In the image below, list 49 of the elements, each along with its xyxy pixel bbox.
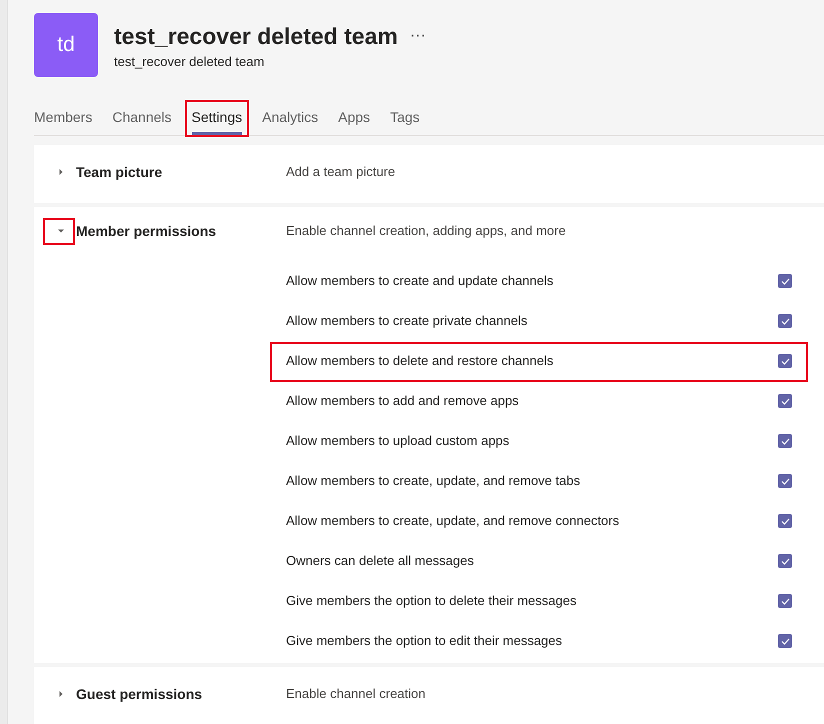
- checkmark-icon: [780, 558, 790, 564]
- checkbox[interactable]: [778, 594, 792, 608]
- checkmark-icon: [780, 438, 790, 444]
- option-label: Give members the option to delete their messages: [286, 592, 578, 610]
- tab[interactable]: Channels: [112, 103, 172, 135]
- option-label: Allow members to create private channels: [286, 312, 528, 330]
- checkmark-icon: [780, 318, 790, 324]
- option-label: Allow members to delete and restore channels: [286, 352, 554, 370]
- checkbox[interactable]: [778, 434, 792, 448]
- checkmark-icon: [780, 278, 790, 284]
- checkbox[interactable]: [778, 514, 792, 528]
- checkmark-icon: [780, 518, 790, 524]
- checkmark-icon: [780, 638, 790, 644]
- caret-down-icon[interactable]: [58, 228, 64, 234]
- section-description: Enable channel creation: [286, 685, 426, 704]
- caret-right-icon[interactable]: [58, 169, 64, 175]
- option-label: Allow members to create, update, and remove tabs: [286, 472, 582, 490]
- tab[interactable]: Analytics: [262, 103, 318, 135]
- team-title: test_recover deleted team: [114, 22, 398, 51]
- checkbox[interactable]: [778, 474, 792, 488]
- checkbox[interactable]: [778, 554, 792, 568]
- option-label: Give members the option to edit their messages: [286, 632, 564, 650]
- checkbox[interactable]: [778, 354, 792, 368]
- section-description: Enable channel creation, adding apps, and more: [286, 222, 566, 240]
- section-title[interactable]: Team picture: [76, 162, 286, 182]
- checkmark-icon: [780, 478, 790, 484]
- tab[interactable]: Members: [34, 103, 92, 135]
- tab[interactable]: Apps: [338, 103, 370, 135]
- option-label: Allow members to add and remove apps: [286, 392, 520, 410]
- tab[interactable]: Settings: [192, 103, 242, 135]
- checkmark-icon: [780, 598, 790, 604]
- team-subtitle: test_recover deleted team: [114, 52, 266, 71]
- checkmark-icon: [780, 398, 790, 404]
- option-label: Allow members to create and update channels: [286, 272, 554, 290]
- section-title[interactable]: Guest permissions: [76, 684, 286, 704]
- option-label: Owners can delete all messages: [286, 552, 475, 570]
- caret-right-icon[interactable]: [58, 691, 64, 697]
- checkbox[interactable]: [778, 314, 792, 328]
- option-label: Allow members to upload custom apps: [286, 432, 510, 450]
- team-avatar: td: [34, 13, 98, 77]
- tab[interactable]: Tags: [390, 103, 420, 135]
- checkbox[interactable]: [778, 274, 792, 288]
- option-label: Allow members to create, update, and remove connectors: [286, 512, 620, 530]
- section-description: Add a team picture: [286, 163, 396, 182]
- more-options-button[interactable]: ···: [410, 24, 426, 48]
- checkbox[interactable]: [778, 394, 792, 408]
- checkbox[interactable]: [778, 634, 792, 648]
- section-title[interactable]: Member permissions: [76, 220, 286, 242]
- checkmark-icon: [780, 358, 790, 364]
